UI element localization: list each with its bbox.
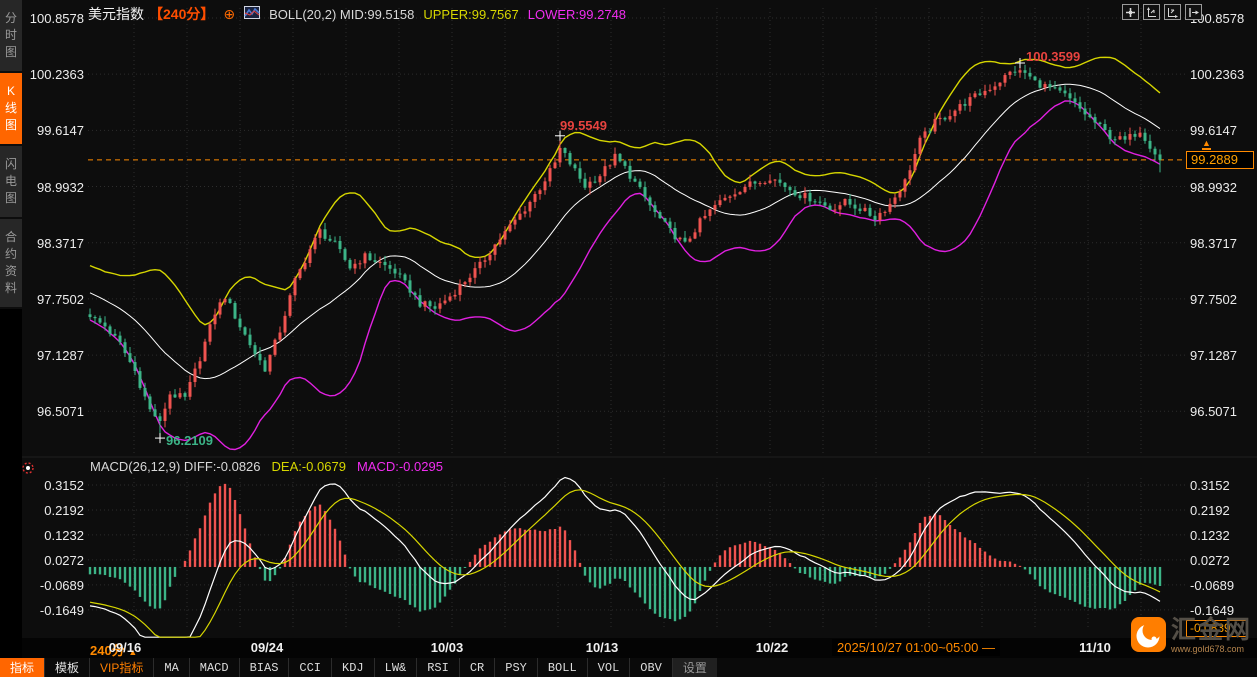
sidebar-tab-label: 闪电图 — [4, 157, 17, 205]
price-tick-label-left: 98.3717 — [37, 235, 84, 251]
period-badge: 【240分】 — [149, 6, 215, 22]
price-tick-label-right: 96.5071 — [1190, 404, 1237, 420]
macd-diff-value: MACD(26,12,9) DIFF:-0.0826 — [90, 459, 261, 474]
macd-tick-label-left: -0.0689 — [39, 577, 84, 593]
macd-hist-value: MACD:-0.0295 — [356, 459, 443, 474]
current-price-box: 99.2889 — [1186, 151, 1254, 169]
chart-application-window: 分时图 K线图 闪电图 合约资料 美元指数 【240分】 ⊕ BOLL(20,2… — [0, 0, 1257, 677]
price-tick-label-left: 99.6147 — [37, 123, 84, 139]
logo-name: 汇金网 — [1171, 616, 1253, 644]
toolbar-item-MACD[interactable]: MACD — [190, 658, 240, 677]
symbol-title: 美元指数 — [88, 6, 144, 22]
price-tick-label-right: 97.7502 — [1190, 291, 1237, 307]
toolbar-item-LW&[interactable]: LW& — [375, 658, 418, 677]
macd-tick-label-right: 0.0272 — [1190, 552, 1230, 568]
candle-time-range-label: 2025/10/27 01:00~05:00 — — [832, 639, 1000, 656]
chart-type-sidebar: 分时图 K线图 闪电图 合约资料 — [0, 0, 22, 658]
toolbar-item-指标[interactable]: 指标 — [0, 658, 46, 677]
time-tick-label: 09/16 — [108, 640, 142, 655]
swing-high-label-2: 100.3599 — [1026, 49, 1081, 64]
sidebar-tab-kline-chart[interactable]: K线图 — [0, 73, 22, 146]
time-tick-label: 10/13 — [585, 640, 619, 655]
macd-tick-label-right: 0.2192 — [1190, 502, 1230, 518]
price-tick-label-right: 97.1287 — [1190, 348, 1237, 364]
time-tick-label: 11/10 — [1079, 640, 1111, 655]
logo-crescent-icon — [1131, 617, 1166, 652]
swing-low-label: 96.2109 — [166, 433, 213, 448]
zoom-axis-right-icon[interactable] — [1164, 4, 1181, 20]
boll-mid-value: BOLL(20,2) MID:99.5158 — [269, 6, 415, 22]
price-tick-label-left: 97.1287 — [37, 348, 84, 364]
price-tick-label-right: 100.2363 — [1190, 67, 1245, 83]
toolbar-item-MA[interactable]: MA — [154, 658, 190, 677]
toolbar-item-CR[interactable]: CR — [460, 658, 496, 677]
sidebar-tab-flash-chart[interactable]: 闪电图 — [0, 146, 22, 219]
zoom-axis-up-icon[interactable] — [1143, 4, 1160, 20]
swing-high-label-1: 99.5549 — [560, 118, 607, 133]
chart-tool-buttons — [1122, 4, 1202, 20]
time-tick-label: 09/24 — [250, 640, 284, 655]
price-tick-label-left: 97.7502 — [37, 291, 84, 307]
sidebar-tab-time-chart[interactable]: 分时图 — [0, 0, 22, 73]
macd-tick-label-left: -0.1649 — [39, 602, 84, 618]
toolbar-item-模板[interactable]: 模板 — [45, 658, 91, 677]
logo-url: www.gold678.com — [1171, 644, 1245, 654]
toolbar-item-OBV[interactable]: OBV — [630, 658, 673, 677]
candlestick-macd-chart-canvas[interactable] — [0, 0, 1257, 677]
price-tick-label-right: 98.3717 — [1190, 235, 1237, 251]
macd-tick-label-right: 0.1232 — [1190, 527, 1230, 543]
toolbar-item-RSI[interactable]: RSI — [417, 658, 460, 677]
price-tick-label-left: 100.8578 — [29, 11, 84, 26]
macd-tick-label-left: 0.1232 — [44, 527, 84, 543]
toolbar-item-KDJ[interactable]: KDJ — [332, 658, 375, 677]
sidebar-tab-label: 合约资料 — [4, 230, 17, 295]
price-tick-label-right: 99.6147 — [1190, 123, 1237, 139]
toolbar-item-BIAS[interactable]: BIAS — [240, 658, 290, 677]
price-tick-label-right: 98.9932 — [1190, 179, 1237, 195]
macd-dea-value: DEA:-0.0679 — [271, 459, 346, 474]
time-tick-label: 10/22 — [755, 640, 789, 655]
boll-lower-value: LOWER:99.2748 — [527, 6, 627, 22]
pan-crosshair-icon[interactable] — [1122, 4, 1139, 20]
toolbar-item-BOLL[interactable]: BOLL — [538, 658, 588, 677]
toolbar-item-CCI[interactable]: CCI — [289, 658, 333, 677]
circle-plus-icon[interactable]: ⊕ — [223, 6, 235, 23]
macd-tick-label-right: 0.3152 — [1190, 478, 1230, 493]
boll-upper-value: UPPER:99.7567 — [423, 6, 519, 22]
price-tick-label-left: 96.5071 — [37, 404, 84, 420]
sidebar-tab-contract-info[interactable]: 合约资料 — [0, 219, 22, 309]
toolbar-item-PSY[interactable]: PSY — [495, 658, 538, 677]
price-tick-label-left: 100.2363 — [29, 67, 84, 83]
sidebar-tab-label: K线图 — [4, 84, 17, 132]
current-price-marker-icon: ▲ — [1202, 138, 1211, 150]
macd-header: MACD(26,12,9) DIFF:-0.0826 DEA:-0.0679 M… — [90, 459, 443, 474]
macd-tick-label-left: 0.2192 — [44, 502, 84, 518]
chart-header: 美元指数 【240分】 ⊕ BOLL(20,2) MID:99.5158 UPP… — [88, 4, 626, 24]
time-tick-label: 10/03 — [430, 640, 464, 655]
toolbar-item-VOL[interactable]: VOL — [588, 658, 631, 677]
mini-chart-icon[interactable] — [244, 6, 261, 22]
site-logo[interactable]: 汇金网 www.gold678.com — [1131, 617, 1252, 654]
indicator-toolbar: 指标 模板 VIP指标 MA MACD BIAS CCI KDJ LW& RSI CR PSY BOLL… — [0, 658, 1257, 677]
macd-tick-label-right: -0.0689 — [1190, 577, 1235, 593]
sidebar-tab-label: 分时图 — [4, 11, 17, 59]
indicator-settings-icon[interactable] — [20, 460, 36, 481]
price-tick-label-left: 98.9932 — [37, 179, 84, 195]
time-axis: 240分 ▲ 09/16 09/24 10/03 10/13 10/22 11/10 20… — [0, 638, 1257, 658]
toolbar-item-设置[interactable]: 设置 — [672, 658, 717, 677]
jump-latest-icon[interactable] — [1185, 4, 1202, 20]
toolbar-item-VIP指标[interactable]: VIP指标 — [90, 658, 155, 677]
macd-tick-label-left: 0.0272 — [44, 552, 84, 568]
